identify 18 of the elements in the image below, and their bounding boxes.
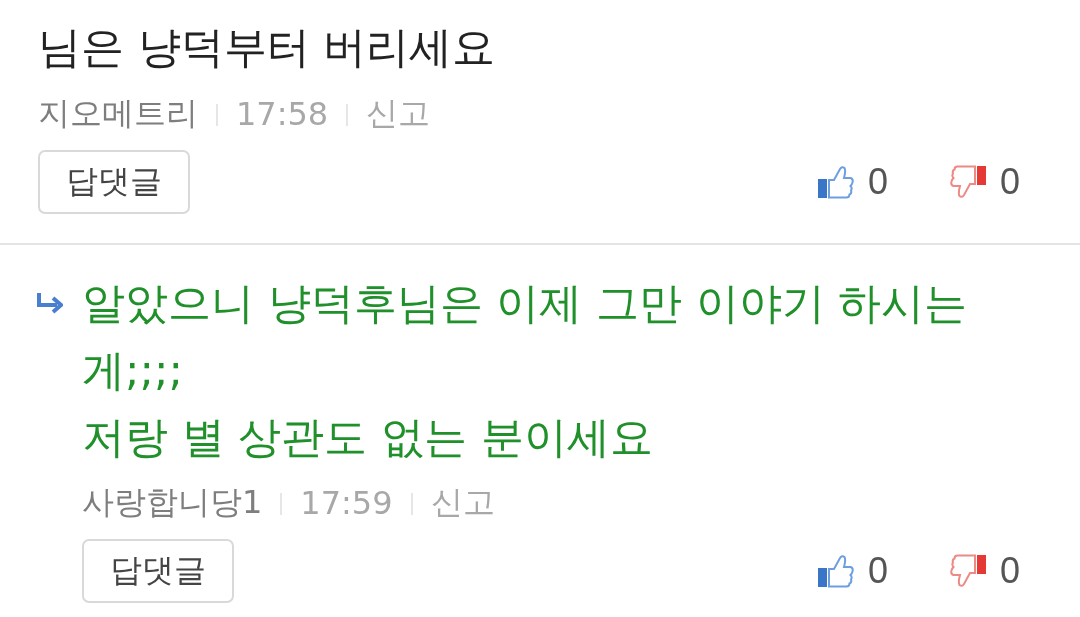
reply-arrow-icon [35,292,63,314]
dislike-button[interactable]: 0 [949,161,1020,203]
thumbs-down-icon [949,165,986,199]
reply-button[interactable]: 답댓글 [38,150,190,214]
like-button[interactable]: 0 [817,161,888,203]
comment-text: 알았으니 냥덕후님은 이제 그만 이야기 하시는 게;;;; [82,277,969,397]
thumbs-up-icon [817,165,854,199]
comment-time: 17:58 [236,95,329,133]
author-name: 사랑합니당1 [82,482,263,523]
like-button[interactable]: 0 [817,550,888,592]
thumbs-up-icon [817,554,854,588]
comment-text: 저랑 별 상관도 없는 분이세요 [82,411,654,464]
comment-text: 님은 냥덕부터 버리세요 [38,21,497,74]
author-name: 지오메트리 [38,93,198,134]
reply-button[interactable]: 답댓글 [82,539,234,603]
thumbs-down-icon [949,554,986,588]
dislike-button[interactable]: 0 [949,550,1020,592]
comment-time: 17:59 [300,484,393,522]
